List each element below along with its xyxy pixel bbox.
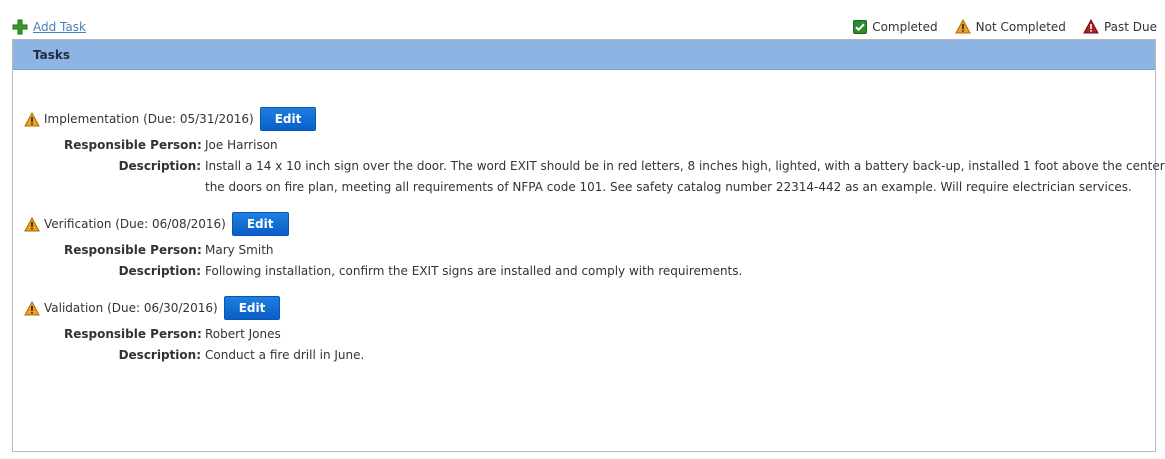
warning-icon (24, 111, 40, 126)
legend-past-due-label: Past Due (1103, 19, 1157, 34)
responsible-person-value: Robert Jones (205, 327, 281, 341)
description-value: Install a 14 x 10 inch sign over the doo… (205, 159, 1165, 194)
description-label: Description: (118, 348, 201, 362)
past-due-warning-icon (1083, 19, 1099, 34)
description-value: Conduct a fire drill in June. (205, 348, 365, 362)
description-label: Description: (118, 159, 201, 173)
tasks-panel-header: Tasks (13, 40, 1155, 70)
task-item: Validation (Due: 06/30/2016) Edit Respon… (24, 296, 364, 366)
add-task-link[interactable]: Add Task (12, 19, 86, 35)
plus-icon (12, 19, 28, 35)
responsible-person-label: Responsible Person: (64, 327, 202, 341)
task-item: Verification (Due: 06/08/2016) Edit Resp… (24, 212, 742, 282)
top-toolbar: Add Task Completed Not Completed Past Du… (0, 0, 1165, 38)
task-title: Verification (Due: 06/08/2016) (44, 217, 226, 231)
edit-button[interactable]: Edit (223, 296, 281, 320)
legend-completed: Completed (853, 19, 938, 34)
description-label: Description: (118, 264, 201, 278)
legend-not-completed-label: Not Completed (975, 19, 1066, 34)
warning-icon (24, 300, 40, 315)
task-item: Implementation (Due: 05/31/2016) Edit Re… (24, 107, 1165, 198)
responsible-person-value: Joe Harrison (205, 138, 278, 152)
responsible-person-label: Responsible Person: (64, 138, 202, 152)
responsible-person-value: Mary Smith (205, 243, 274, 257)
legend-completed-label: Completed (872, 19, 938, 34)
description-value: Following installation, confirm the EXIT… (205, 264, 743, 278)
edit-button[interactable]: Edit (259, 107, 317, 131)
task-title: Implementation (Due: 05/31/2016) (44, 112, 254, 126)
add-task-label[interactable]: Add Task (33, 20, 86, 34)
legend-past-due: Past Due (1083, 19, 1157, 34)
edit-button[interactable]: Edit (231, 212, 289, 236)
warning-icon (24, 216, 40, 231)
warning-icon (954, 19, 971, 34)
responsible-person-label: Responsible Person: (64, 243, 202, 257)
panel-title: Tasks (33, 47, 71, 62)
tasks-panel: Tasks Implementation (Due: 05/31/2016) E… (12, 39, 1165, 452)
task-title: Validation (Due: 06/30/2016) (44, 301, 218, 315)
status-legend: Completed Not Completed Past Due (836, 19, 1157, 34)
legend-not-completed: Not Completed (954, 19, 1066, 34)
checkmark-icon (853, 19, 868, 34)
